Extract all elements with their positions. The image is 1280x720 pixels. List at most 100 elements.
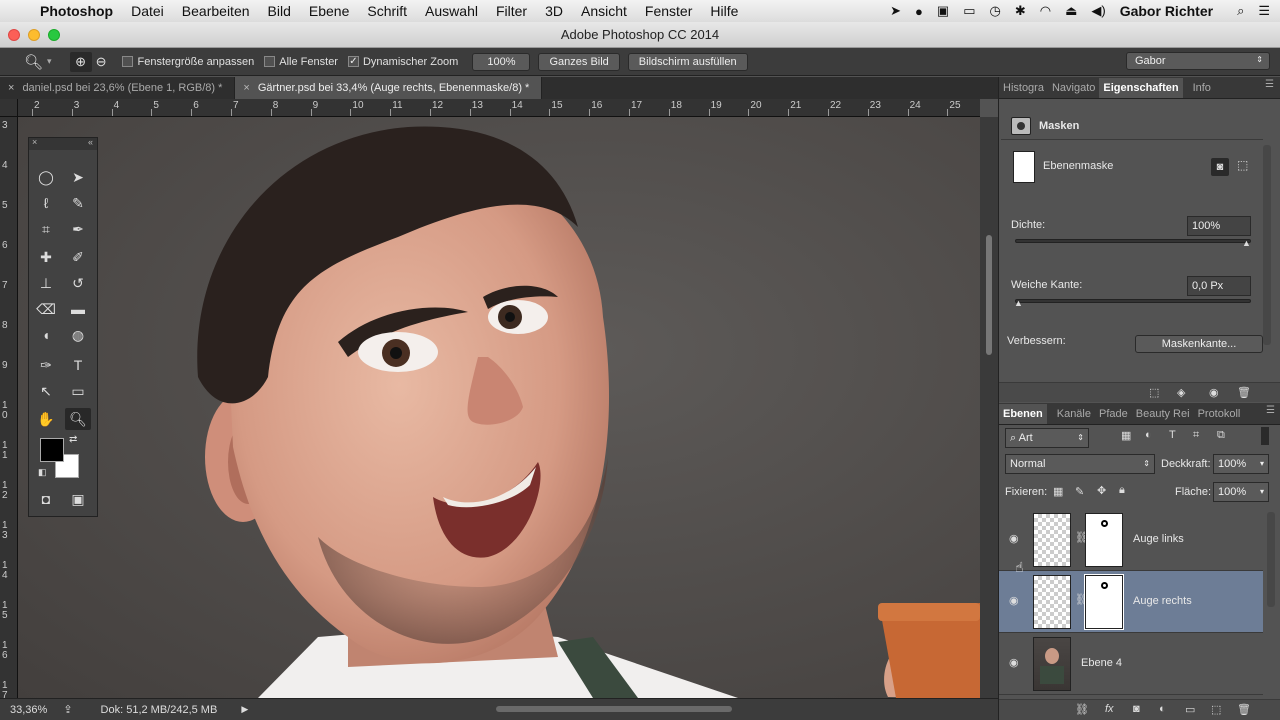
density-input[interactable]: 100%	[1187, 216, 1251, 236]
blend-mode-select[interactable]: Normal ⇕	[1005, 454, 1155, 474]
menu-user[interactable]: Gabor Richter	[1120, 3, 1213, 19]
mask-edge-button[interactable]: Maskenkante...	[1135, 335, 1263, 353]
export-icon[interactable]: ⇪	[63, 703, 72, 716]
tab-daniel[interactable]: × daniel.psd bei 23,6% (Ebene 1, RGB/8) *	[0, 77, 236, 99]
slider-knob-icon[interactable]: ▲	[1242, 238, 1251, 248]
tab-history[interactable]: Protokoll	[1194, 404, 1245, 424]
spotlight-search-icon[interactable]: ⌕	[1237, 3, 1244, 19]
eye-icon[interactable]: ◉	[1209, 386, 1219, 399]
eye-icon[interactable]: ◉	[1009, 656, 1019, 669]
tab-layers[interactable]: Ebenen	[999, 404, 1047, 424]
link-layers-icon[interactable]: ⛓︎	[1075, 703, 1089, 716]
ruler-origin[interactable]	[0, 99, 18, 117]
opacity-input[interactable]: 100% ▾	[1213, 454, 1269, 474]
quick-select-tool-icon[interactable]: ✎	[65, 192, 91, 214]
zoom-tool-preset-icon[interactable]: 🔍︎	[24, 53, 43, 71]
add-mask-icon[interactable]: ◙	[1133, 703, 1140, 715]
layer-name[interactable]: Auge links	[1133, 533, 1184, 545]
tab-channels[interactable]: Kanäle	[1053, 404, 1095, 424]
panel-menu-icon[interactable]: ☰	[1266, 405, 1275, 416]
rectangle-tool-icon[interactable]: ▭	[65, 380, 91, 402]
dodge-tool-icon[interactable]: ◍	[65, 324, 91, 346]
menu-bild[interactable]: Bild	[268, 3, 291, 19]
tab-beauty[interactable]: Beauty Rei	[1132, 404, 1194, 424]
fx-icon[interactable]: fx	[1105, 703, 1114, 715]
tab-gaertner[interactable]: × Gärtner.psd bei 33,4% (Auge rechts, Ebe…	[235, 77, 543, 99]
layers-scrollbar[interactable]	[1267, 512, 1275, 607]
lock-pixels-icon[interactable]: ✎	[1075, 485, 1084, 498]
zoom-in-icon[interactable]: ⊕	[69, 51, 92, 72]
lasso-tool-icon[interactable]: ℓ	[33, 192, 59, 214]
menu-app-name[interactable]: Photoshop	[40, 3, 113, 19]
fill-screen-button[interactable]: Bildschirm ausfüllen	[627, 52, 748, 71]
close-tab-icon[interactable]: ×	[243, 82, 249, 94]
tools-panel-header[interactable]: × «	[29, 137, 97, 150]
airplay-icon[interactable]: ▭	[963, 3, 975, 19]
filter-smart-icon[interactable]: ⧉	[1217, 429, 1225, 442]
lock-position-icon[interactable]: ✥	[1097, 484, 1106, 497]
vector-mask-icon[interactable]: ⬚	[1237, 158, 1248, 172]
blur-tool-icon[interactable]: ◖	[33, 324, 59, 346]
time-machine-icon[interactable]: ◷	[989, 3, 1000, 19]
menu-bearbeiten[interactable]: Bearbeiten	[182, 3, 250, 19]
menu-filter[interactable]: Filter	[496, 3, 527, 19]
menu-ansicht[interactable]: Ansicht	[581, 3, 627, 19]
close-icon[interactable]: ×	[32, 137, 37, 147]
filter-adjust-icon[interactable]: ◐	[1145, 429, 1152, 441]
screen-share-icon[interactable]: ▣	[937, 3, 949, 19]
feather-slider[interactable]: ▲	[1014, 298, 1251, 308]
scroll-thumb[interactable]	[986, 235, 992, 355]
wifi-icon[interactable]: ◠	[1040, 3, 1051, 19]
dynamic-zoom-checkbox[interactable]: ✓	[347, 56, 359, 67]
swap-colors-icon[interactable]: ⇄	[69, 434, 77, 445]
horizontal-scrollbar[interactable]	[496, 706, 732, 712]
trash-icon[interactable]: 🗑︎	[1237, 703, 1251, 716]
adjustment-layer-icon[interactable]: ◐	[1159, 703, 1166, 715]
zoom-window-button[interactable]	[48, 29, 60, 41]
filter-type-icon[interactable]: T	[1169, 429, 1176, 441]
eye-icon[interactable]: ◉	[1009, 532, 1019, 545]
menu-schrift[interactable]: Schrift	[367, 3, 407, 19]
properties-scrollbar[interactable]	[1263, 145, 1271, 345]
tab-info[interactable]: Info	[1189, 78, 1215, 98]
minimize-window-button[interactable]	[28, 29, 40, 41]
zoom-level-field[interactable]: 33,36%	[10, 704, 47, 716]
crop-tool-icon[interactable]: ⌗	[33, 218, 59, 240]
menu-3d[interactable]: 3D	[545, 3, 563, 19]
whole-image-button[interactable]: Ganzes Bild	[538, 52, 620, 71]
fill-input[interactable]: 100% ▾	[1213, 482, 1269, 502]
ruler-vertical[interactable]: 3 4 5 6 7 8 9 10 11 12 13 14 15 16 17	[0, 99, 18, 698]
eraser-tool-icon[interactable]: ⌫	[33, 298, 59, 320]
marquee-tool-icon[interactable]: ◯	[33, 166, 59, 188]
tab-paths[interactable]: Pfade	[1095, 404, 1132, 424]
filter-toggle[interactable]	[1261, 427, 1269, 445]
layer-row[interactable]: ◉ Ebene 4	[999, 633, 1263, 695]
menu-hilfe[interactable]: Hilfe	[710, 3, 738, 19]
load-selection-icon[interactable]: ⬚	[1149, 386, 1159, 399]
document-canvas[interactable]	[18, 117, 980, 698]
close-tab-icon[interactable]: ×	[8, 82, 14, 94]
new-layer-icon[interactable]: ⬚	[1211, 703, 1221, 716]
slider-knob-icon[interactable]: ▲	[1014, 298, 1023, 308]
close-window-button[interactable]	[8, 29, 20, 41]
pen-tool-icon[interactable]: ✑	[33, 354, 59, 376]
layer-row[interactable]: ◉ ⛓︎ Auge links	[999, 509, 1263, 571]
layer-name[interactable]: Auge rechts	[1133, 595, 1192, 607]
status-arrows-icon[interactable]: ➤	[890, 3, 901, 19]
ruler-horizontal[interactable]: 2 3 4 5 6 7 8 9 10 11 12 13 14 15 16 17 18 19 20 21 22 23 24 25	[18, 99, 980, 117]
workspace-select[interactable]: Gabor ⇕	[1126, 52, 1270, 70]
menu-fenster[interactable]: Fenster	[645, 3, 692, 19]
zoom-out-icon[interactable]: ⊖	[96, 54, 107, 70]
screen-mode-icon[interactable]: ▣	[65, 488, 91, 510]
hand-tool-icon[interactable]: ✋	[33, 408, 59, 430]
menu-ebene[interactable]: Ebene	[309, 3, 349, 19]
notification-list-icon[interactable]: ☰	[1258, 3, 1270, 19]
chevron-down-icon[interactable]: ▾	[47, 56, 52, 67]
clone-stamp-icon[interactable]: ⊥	[33, 272, 59, 294]
history-brush-icon[interactable]: ↺	[65, 272, 91, 294]
tab-properties[interactable]: Eigenschaften	[1099, 78, 1183, 98]
apply-mask-icon[interactable]: ◈	[1177, 386, 1185, 399]
status-menu-arrow-icon[interactable]: ▶	[241, 704, 248, 715]
feather-input[interactable]: 0,0 Px	[1187, 276, 1251, 296]
gradient-tool-icon[interactable]: ▬	[65, 298, 91, 320]
